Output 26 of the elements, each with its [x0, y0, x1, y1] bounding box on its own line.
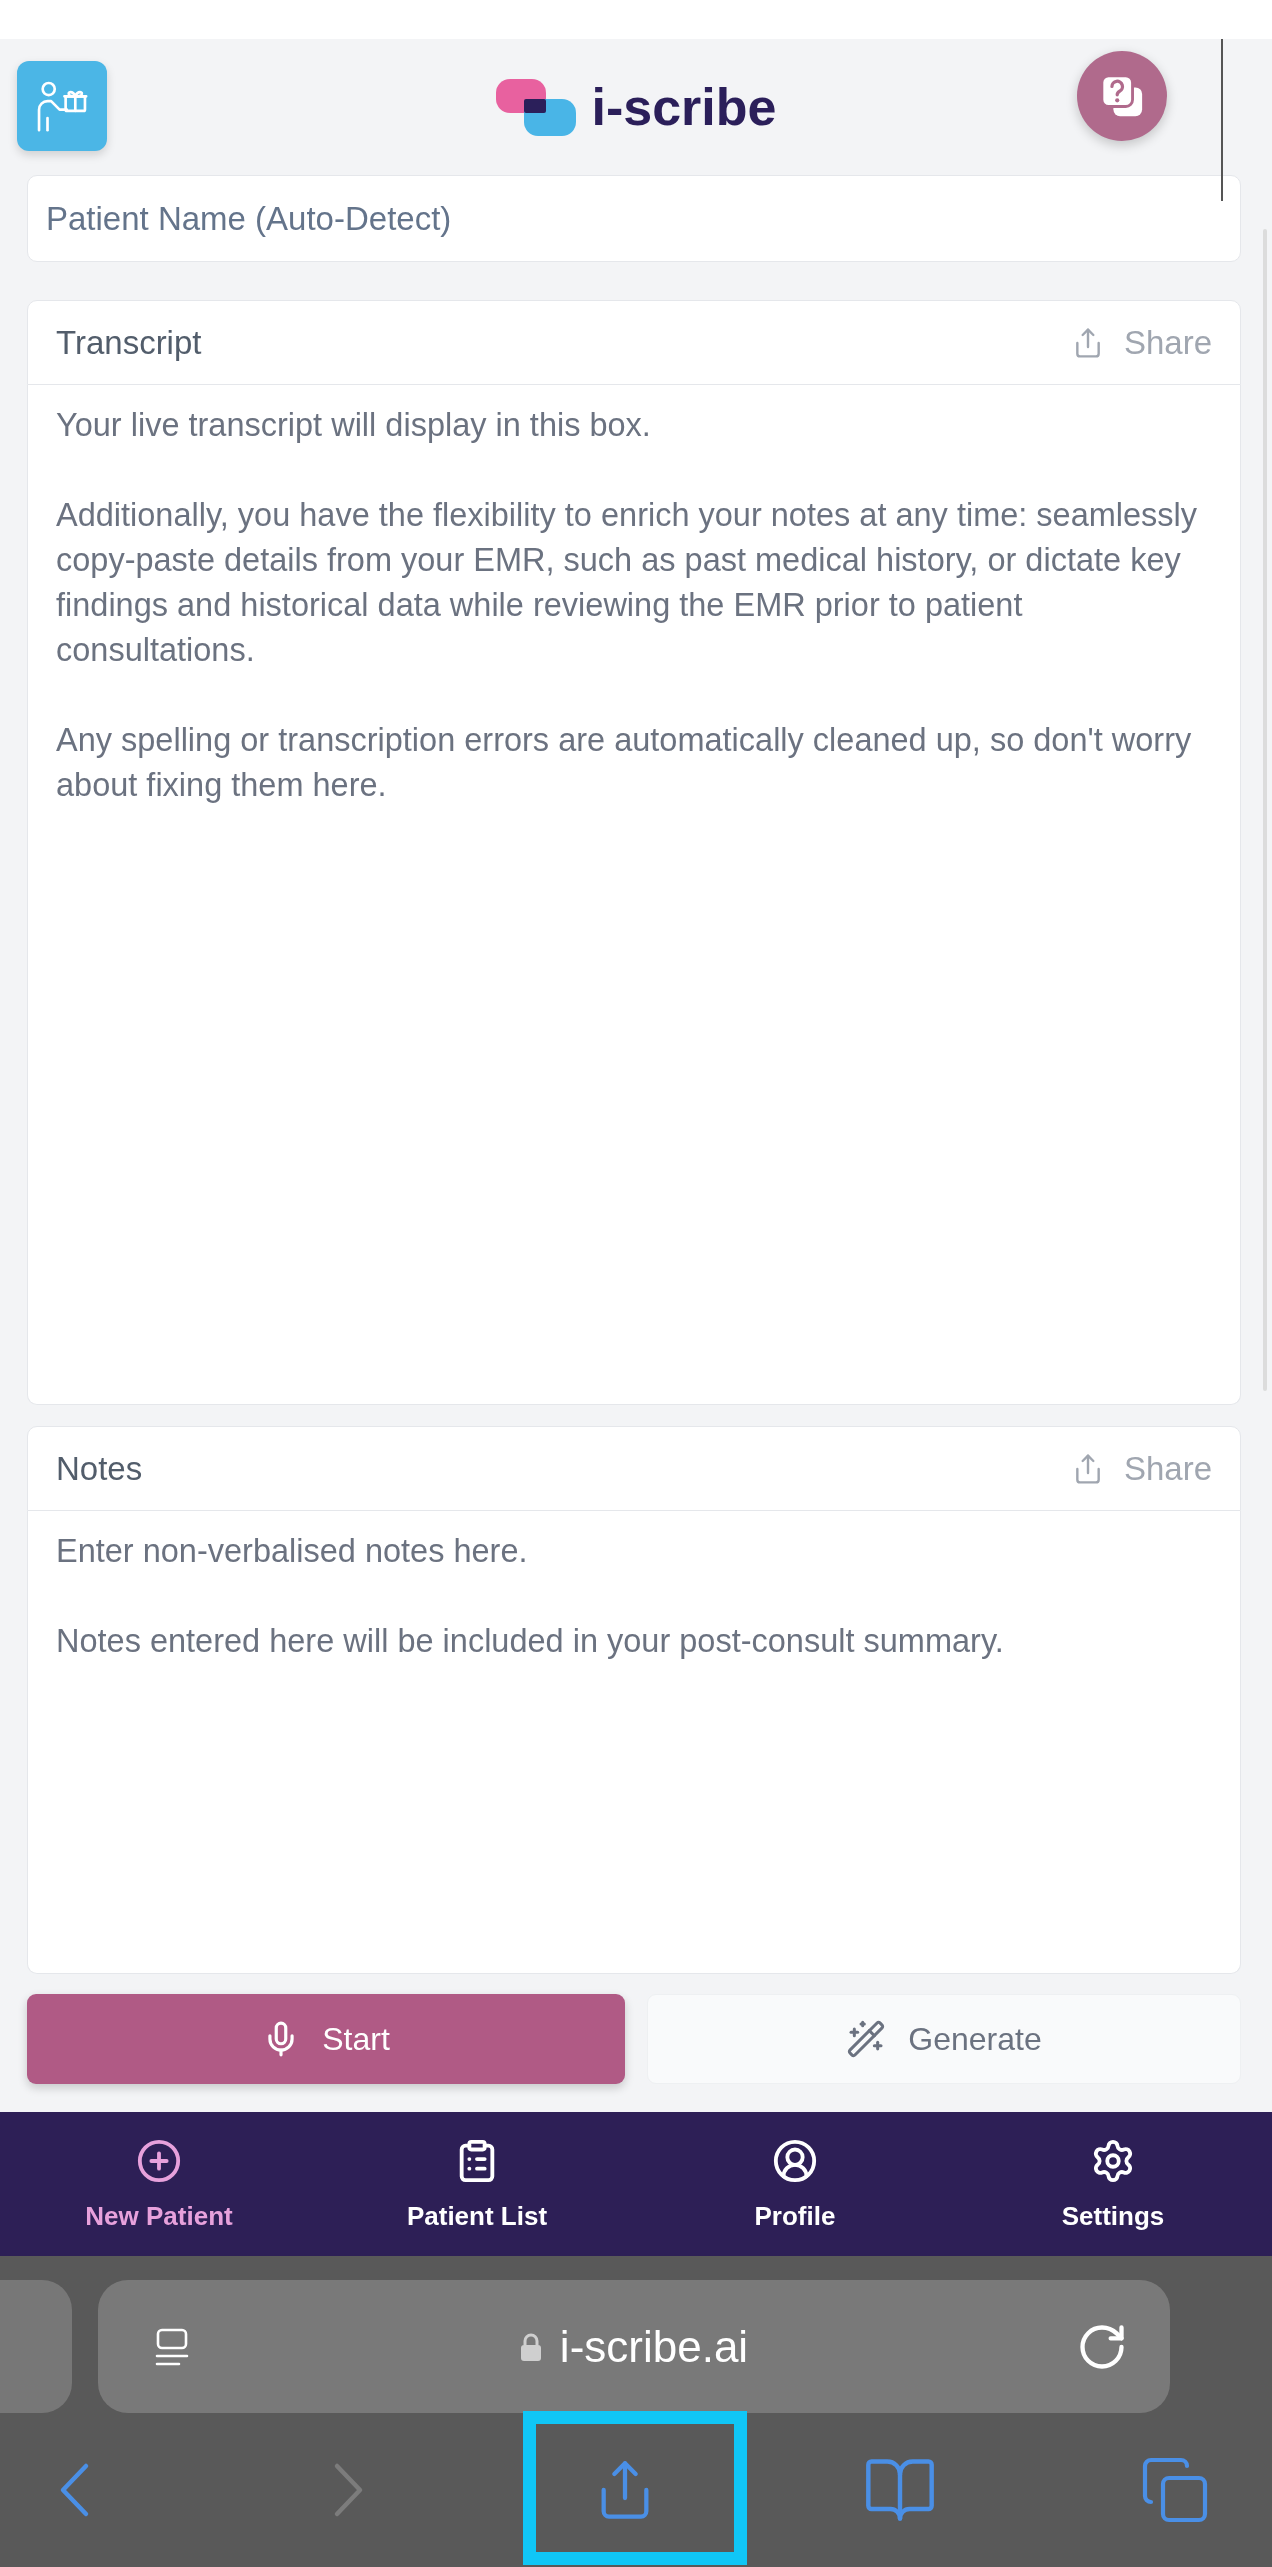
generate-button[interactable]: Generate	[647, 1994, 1241, 2084]
share-button[interactable]: Share	[1071, 1443, 1212, 1494]
user-circle-icon	[772, 2138, 818, 2184]
tab-preview[interactable]	[0, 2280, 72, 2413]
nav-tab[interactable]: Patient List	[318, 2112, 636, 2256]
logo-text: i-scribe	[591, 77, 777, 137]
panel-title: Notes	[56, 1448, 143, 1489]
back-button[interactable]	[58, 2462, 90, 2518]
gift-button[interactable]	[17, 61, 107, 151]
transcript-field[interactable]: Your live transcript will display in this box. Additionally, you have the flexibility to enrich your notes at any time: seamlessly copy-paste details from your EMR, such as past medical history, or dictate key findings and historical data while reviewing the EMR prior to patient consultations. Any spelling or transcription errors are automatically cleaned up, so don't worry about fixing them here.	[27, 385, 1241, 1405]
help-button[interactable]	[1077, 51, 1167, 141]
url-text: i-scribe.ai	[559, 2320, 749, 2373]
panel-title: Transcript	[56, 322, 202, 363]
logo-icon	[495, 78, 576, 136]
start-button[interactable]: Start	[27, 1994, 625, 2084]
nav-tab[interactable]: New Patient	[0, 2112, 318, 2256]
magic-wand-icon	[846, 2019, 887, 2059]
chevron-left-icon	[58, 2462, 90, 2518]
notes-field[interactable]: Enter non-verbalised notes here. Notes entered here will be included in your post-consult summary.	[27, 1511, 1241, 1974]
share-button[interactable]: Share	[1071, 317, 1212, 368]
lock-icon	[519, 2332, 542, 2361]
patient-name-field[interactable]: Patient Name (Auto-Detect)	[27, 175, 1241, 262]
plus-circle-icon	[136, 2138, 182, 2184]
nav-tab[interactable]: Settings	[954, 2112, 1272, 2256]
address-bar[interactable]: i-scribe.ai	[98, 2280, 1170, 2413]
nav-tab[interactable]: Profile	[636, 2112, 954, 2256]
